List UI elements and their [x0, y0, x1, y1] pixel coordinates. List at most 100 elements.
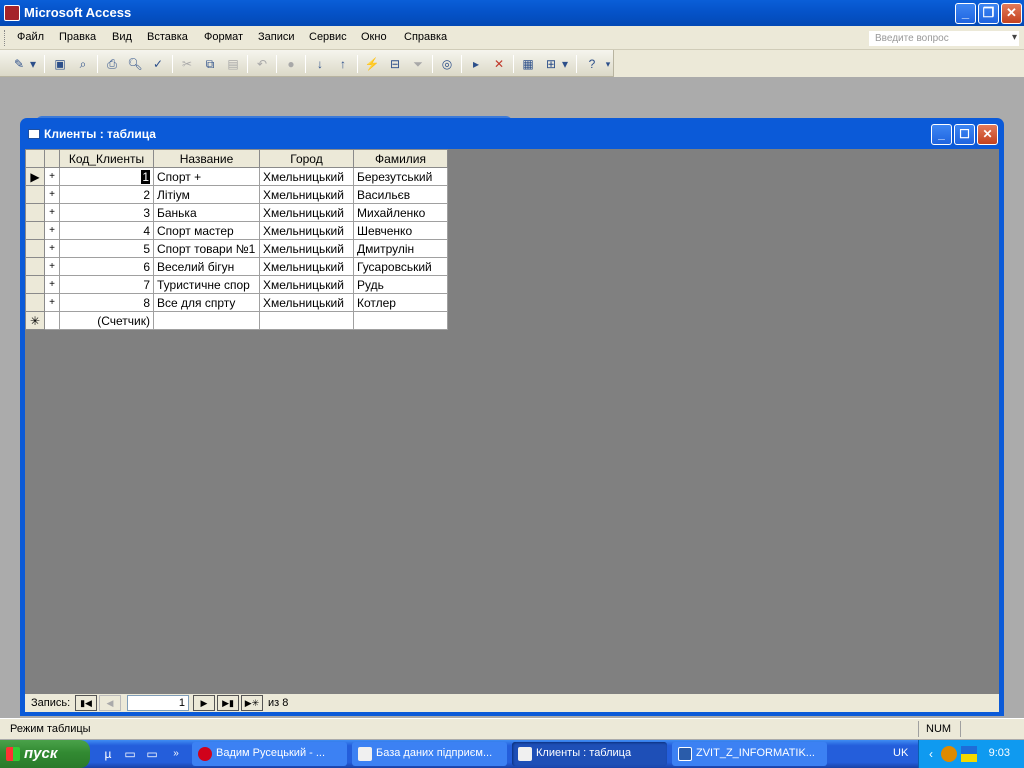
apply-filter-icon[interactable]: ⏷ — [409, 55, 427, 73]
first-record-button[interactable]: ▮◀ — [75, 695, 97, 711]
record-selector[interactable] — [25, 221, 45, 240]
menu-insert[interactable]: Вставка — [147, 31, 188, 43]
menu-window[interactable]: Окно — [361, 31, 387, 43]
menu-help[interactable]: Справка — [404, 31, 447, 43]
clock[interactable]: 9:03 — [989, 747, 1010, 759]
spelling-icon[interactable]: ✓ — [149, 55, 167, 73]
undo-icon[interactable]: ↶ — [253, 55, 271, 73]
cell-id[interactable]: 7 — [59, 275, 154, 294]
sort-ascending-icon[interactable]: ↓ — [311, 55, 329, 73]
cell-surname[interactable]: Гусаровський — [353, 257, 448, 276]
file-search-icon[interactable]: ⌕ — [74, 55, 92, 73]
cell-surname[interactable]: Шевченко — [353, 221, 448, 240]
restore-button[interactable]: ❐ — [978, 3, 999, 24]
tray-arrow-icon[interactable]: ‹ — [923, 746, 939, 762]
cell-surname[interactable] — [353, 311, 448, 330]
record-selector[interactable] — [25, 185, 45, 204]
menu-tools[interactable]: Сервис — [309, 31, 347, 43]
copy-icon[interactable]: ⧉ — [201, 55, 219, 73]
table-icon[interactable] — [28, 129, 40, 139]
save-icon[interactable]: ▣ — [51, 55, 69, 73]
cut-icon[interactable]: ✂ — [178, 55, 196, 73]
record-selector[interactable] — [25, 275, 45, 294]
previous-record-button[interactable]: ◀ — [99, 695, 121, 711]
cell-city[interactable] — [259, 311, 354, 330]
expand-subdatasheet-icon[interactable]: + — [44, 167, 60, 186]
help-icon[interactable]: ? — [583, 55, 601, 73]
chevron-down-icon[interactable]: ▾ — [28, 55, 38, 73]
cell-name[interactable]: Літіум — [153, 185, 260, 204]
cell-id[interactable]: 4 — [59, 221, 154, 240]
cell-name[interactable]: Спорт товари №1 — [153, 239, 260, 258]
cell-surname[interactable]: Котлер — [353, 293, 448, 312]
new-record-icon[interactable]: ▸ — [467, 55, 485, 73]
delete-record-icon[interactable]: ✕ — [490, 55, 508, 73]
print-icon[interactable]: ⎙ — [103, 55, 121, 73]
record-number-input[interactable]: 1 — [127, 695, 189, 711]
new-record-nav-button[interactable]: ▶✳ — [241, 695, 263, 711]
cell-id[interactable]: 8 — [59, 293, 154, 312]
cell-id[interactable]: 2 — [59, 185, 154, 204]
cell-city[interactable]: Хмельницький — [259, 293, 354, 312]
cell-name[interactable]: Все для спрту — [153, 293, 260, 312]
cell-name[interactable]: Веселий бігун — [153, 257, 260, 276]
menu-file[interactable]: Файл — [17, 31, 44, 43]
expand-subdatasheet-icon[interactable]: + — [44, 293, 60, 312]
menu-grip[interactable] — [4, 30, 7, 46]
cell-surname[interactable]: Михайленко — [353, 203, 448, 222]
language-indicator[interactable]: UK — [893, 747, 908, 759]
ukraine-flag-icon[interactable] — [961, 746, 977, 762]
task-word-document[interactable]: ZVIT_Z_INFORMATIK... — [672, 742, 827, 766]
record-selector[interactable] — [25, 257, 45, 276]
print-preview-icon[interactable]: 🔍︎ — [126, 55, 144, 73]
minimize-button[interactable]: _ — [955, 3, 976, 24]
select-all-corner[interactable] — [25, 149, 45, 168]
record-selector[interactable] — [25, 203, 45, 222]
cell-id[interactable]: 3 — [59, 203, 154, 222]
task-database[interactable]: База даних підприєм... — [352, 742, 507, 766]
expand-subdatasheet-icon[interactable]: + — [44, 239, 60, 258]
find-icon[interactable]: ◎ — [438, 55, 456, 73]
chevron-down-icon[interactable]: ▾ — [1012, 32, 1017, 43]
toolbar-options-icon[interactable]: ▾ — [604, 55, 612, 73]
record-selector[interactable] — [25, 239, 45, 258]
cell-id[interactable]: 5 — [59, 239, 154, 258]
cell-city[interactable]: Хмельницький — [259, 185, 354, 204]
cell-name[interactable]: Спорт мастер — [153, 221, 260, 240]
chevron-down-icon[interactable]: ▾ — [560, 55, 570, 73]
close-button[interactable]: ✕ — [1001, 3, 1022, 24]
child-close-button[interactable]: ✕ — [977, 124, 998, 145]
quick-launch-more-icon[interactable]: » — [168, 746, 184, 762]
cell-city[interactable]: Хмельницький — [259, 203, 354, 222]
task-opera[interactable]: Вадим Русецький - ... — [192, 742, 347, 766]
current-record-icon[interactable]: ▶ — [25, 167, 45, 186]
cell-city[interactable]: Хмельницький — [259, 167, 354, 186]
hyperlink-icon[interactable]: ● — [282, 55, 300, 73]
cell-surname[interactable]: Васильєв — [353, 185, 448, 204]
cell-surname[interactable]: Березутський — [353, 167, 448, 186]
cell-surname[interactable]: Дмитрулін — [353, 239, 448, 258]
cell-name[interactable]: Туристичне спор — [153, 275, 260, 294]
start-button[interactable]: пуск — [0, 740, 90, 768]
child-minimize-button[interactable]: _ — [931, 124, 952, 145]
column-header-id[interactable]: Код_Клиенты — [59, 149, 154, 168]
access-app-icon[interactable] — [4, 5, 20, 21]
ask-question-input[interactable]: Введите вопрос ▾ — [868, 30, 1020, 47]
paste-icon[interactable]: ▤ — [224, 55, 242, 73]
cell-city[interactable]: Хмельницький — [259, 275, 354, 294]
new-record-icon[interactable]: ✳ — [25, 311, 45, 330]
expand-subdatasheet-icon[interactable]: + — [44, 185, 60, 204]
cell-name[interactable] — [153, 311, 260, 330]
show-desktop-icon[interactable]: ▭ — [122, 746, 138, 762]
cell-surname[interactable]: Рудь — [353, 275, 448, 294]
cell-city[interactable]: Хмельницький — [259, 221, 354, 240]
utorrent-icon[interactable]: µ — [100, 746, 116, 762]
menu-edit[interactable]: Правка — [59, 31, 96, 43]
window-icon[interactable]: ▭ — [144, 746, 160, 762]
menu-format[interactable]: Формат — [204, 31, 243, 43]
task-clients-table[interactable]: Клиенты : таблица — [512, 742, 667, 766]
cell-city[interactable]: Хмельницький — [259, 239, 354, 258]
next-record-button[interactable]: ▶ — [193, 695, 215, 711]
expand-subdatasheet-icon[interactable]: + — [44, 203, 60, 222]
database-window-icon[interactable]: ▦ — [519, 55, 537, 73]
